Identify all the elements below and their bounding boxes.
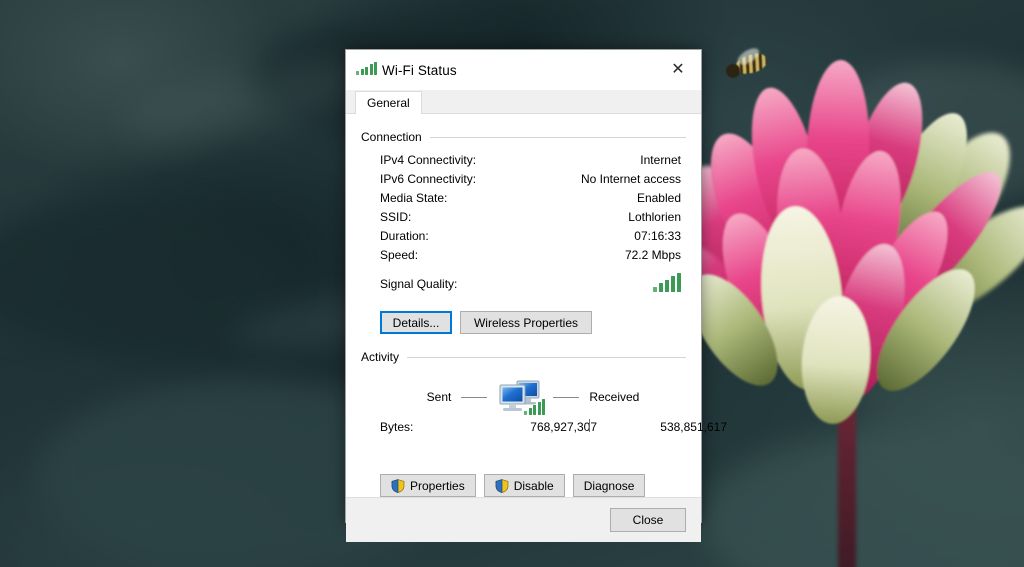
diagnose-button[interactable]: Diagnose bbox=[572, 474, 646, 497]
bytes-row: Bytes: 768,927,307 538,851,617 bbox=[380, 419, 727, 440]
activity-body: Sent Received Bytes: 768,927,307 538,851… bbox=[361, 374, 727, 458]
ipv6-connectivity-label: IPv6 Connectivity: bbox=[380, 172, 477, 186]
ipv6-connectivity-value: No Internet access bbox=[580, 172, 681, 186]
water-lily-flower bbox=[690, 30, 1024, 567]
uac-shield-icon bbox=[391, 478, 405, 493]
group-divider bbox=[429, 136, 686, 138]
connector-line bbox=[461, 396, 488, 398]
connection-rows: IPv4 Connectivity: Internet IPv6 Connect… bbox=[361, 153, 686, 297]
disable-button-label: Disable bbox=[513, 478, 554, 493]
table-row: Media State: Enabled bbox=[380, 191, 681, 210]
bytes-received-value: 538,851,617 bbox=[660, 420, 727, 434]
received-label: Received bbox=[589, 390, 640, 404]
connection-group-label: Connection bbox=[361, 130, 422, 144]
properties-button-label: Properties bbox=[410, 478, 465, 493]
flower-petals bbox=[690, 60, 1024, 424]
close-button[interactable]: Close bbox=[610, 508, 686, 532]
bytes-label: Bytes: bbox=[380, 420, 414, 434]
group-divider bbox=[407, 356, 686, 358]
action-buttons: Properties Disable Diagnose bbox=[361, 474, 686, 497]
ipv4-connectivity-label: IPv4 Connectivity: bbox=[380, 153, 477, 167]
dialog-titlebar: Wi-Fi Status ✕ bbox=[346, 50, 701, 90]
dialog-footer: Close bbox=[346, 497, 701, 542]
media-state-label: Media State: bbox=[380, 191, 448, 205]
table-row: SSID: Lothlorien bbox=[380, 210, 681, 229]
wifi-status-dialog: Wi-Fi Status ✕ General Connection IPv4 C… bbox=[345, 49, 727, 542]
tab-general[interactable]: General bbox=[355, 91, 422, 114]
table-row: IPv4 Connectivity: Internet bbox=[380, 153, 681, 172]
activity-group-header: Activity bbox=[361, 350, 686, 364]
dialog-content: Connection IPv4 Connectivity: Internet I… bbox=[346, 114, 727, 497]
ssid-value: Lothlorien bbox=[628, 210, 681, 224]
media-state-value: Enabled bbox=[636, 191, 681, 205]
close-icon[interactable]: ✕ bbox=[655, 51, 701, 90]
connection-group-header: Connection bbox=[361, 130, 686, 144]
activity-header-row: Sent Received bbox=[380, 374, 686, 420]
uac-shield-icon bbox=[495, 478, 509, 493]
wireless-properties-button-label: Wireless Properties bbox=[473, 315, 579, 330]
wifi-signal-icon bbox=[356, 62, 377, 78]
ipv4-connectivity-value: Internet bbox=[640, 153, 681, 167]
tab-general-label: General bbox=[367, 96, 410, 110]
bytes-sent-value: 768,927,307 bbox=[530, 420, 597, 434]
activity-divider-tick bbox=[589, 419, 590, 432]
activity-signal-bars-icon bbox=[524, 399, 546, 418]
duration-label: Duration: bbox=[380, 229, 429, 243]
two-computers-icon bbox=[497, 377, 546, 418]
signal-quality-label: Signal Quality: bbox=[380, 277, 458, 291]
ssid-label: SSID: bbox=[380, 210, 412, 224]
activity-group-label: Activity bbox=[361, 350, 400, 364]
disable-button[interactable]: Disable bbox=[483, 474, 565, 497]
properties-button[interactable]: Properties bbox=[380, 474, 476, 497]
diagnose-button-label: Diagnose bbox=[583, 478, 635, 493]
details-button-label: Details... bbox=[392, 315, 440, 330]
table-row: Signal Quality: bbox=[380, 271, 681, 297]
signal-quality-bars-icon bbox=[653, 273, 681, 295]
wallpaper-highlight bbox=[116, 43, 384, 157]
speed-label: Speed: bbox=[380, 248, 419, 262]
close-button-label: Close bbox=[632, 513, 664, 527]
connection-group: Connection IPv4 Connectivity: Internet I… bbox=[361, 130, 686, 334]
activity-group: Activity Sent Received Bytes: 768,927,30… bbox=[361, 350, 727, 497]
connection-buttons: Details... Wireless Properties bbox=[361, 311, 686, 334]
table-row: IPv6 Connectivity: No Internet access bbox=[380, 172, 681, 191]
speed-value: 72.2 Mbps bbox=[624, 248, 681, 262]
connector-line bbox=[553, 396, 580, 398]
table-row: Duration: 07:16:33 bbox=[380, 229, 681, 248]
details-button[interactable]: Details... bbox=[380, 311, 452, 334]
duration-value: 07:16:33 bbox=[634, 229, 681, 243]
sent-label: Sent bbox=[426, 390, 452, 404]
wireless-properties-button[interactable]: Wireless Properties bbox=[460, 311, 592, 334]
tab-strip: General bbox=[346, 90, 701, 114]
dialog-title: Wi-Fi Status bbox=[382, 62, 457, 78]
table-row: Speed: 72.2 Mbps bbox=[380, 248, 681, 267]
